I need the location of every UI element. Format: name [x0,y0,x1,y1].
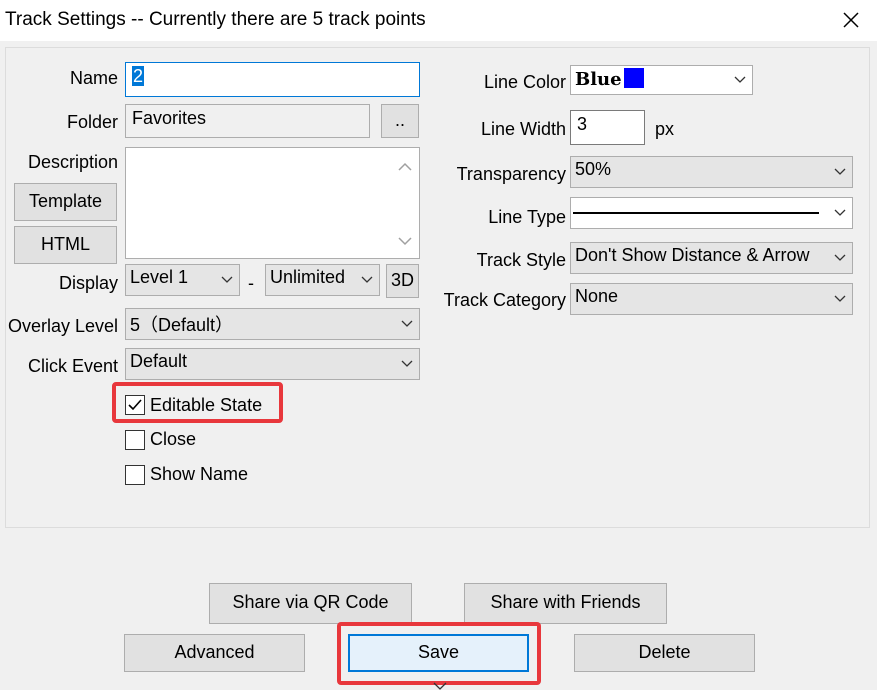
chevron-down-icon [401,360,413,367]
delete-button[interactable]: Delete [574,634,755,672]
folder-value: Favorites [132,108,207,128]
3d-button[interactable]: 3D [386,264,419,298]
description-textarea[interactable] [125,147,420,259]
track-category-select[interactable]: None [570,283,853,315]
window-title: Track Settings -- Currently there are 5 … [5,9,426,30]
editable-state-label: Editable State [150,395,263,415]
solid-line-icon [573,212,819,214]
title-bar: Track Settings -- Currently there are 5 … [0,0,877,41]
folder-browse-button[interactable]: .. [381,104,419,138]
overlay-level-label: Overlay Level [7,316,118,336]
chevron-down-icon [401,320,413,327]
check-icon [128,399,142,411]
track-category-label: Track Category [443,290,566,310]
line-color-label: Line Color [483,72,566,92]
display-to-select[interactable]: Unlimited [265,264,380,296]
line-color-value: Blue [575,69,622,90]
share-qr-button[interactable]: Share via QR Code [209,583,412,624]
line-width-label: Line Width [480,119,566,139]
track-style-value: Don't Show Distance & Arrow [575,245,810,265]
save-button[interactable]: Save [348,634,529,672]
chevron-down-icon [834,254,846,261]
description-scrollbar[interactable] [391,148,419,258]
line-width-value: 3 [577,114,588,134]
chevron-down-icon [221,276,233,283]
show-name-checkbox[interactable] [125,465,145,485]
display-separator: - [248,273,254,293]
cursor-caret-icon [433,682,447,690]
line-width-input[interactable]: 3 [570,110,645,145]
description-label: Description [27,152,118,172]
html-button[interactable]: HTML [14,226,117,264]
overlay-level-select[interactable]: 5（Default） [125,308,420,340]
line-width-unit: px [655,119,675,139]
track-style-select[interactable]: Don't Show Distance & Arrow [570,242,853,274]
display-to-value: Unlimited [270,267,346,287]
line-type-label: Line Type [488,207,566,227]
scroll-arrows-icon [398,162,412,246]
click-event-label: Click Event [27,356,118,376]
delete-label: Delete [638,642,691,662]
template-button-label: Template [28,191,103,211]
chevron-down-icon [834,209,846,216]
name-label: Name [69,68,118,88]
advanced-button[interactable]: Advanced [124,634,305,672]
chevron-down-icon [734,76,746,83]
save-label: Save [417,642,460,662]
name-value: 2 [132,66,145,86]
folder-field: Favorites [125,104,370,138]
template-button[interactable]: Template [14,183,117,221]
line-type-select[interactable] [570,197,853,229]
transparency-select[interactable]: 50% [570,156,853,188]
display-from-value: Level 1 [130,267,189,287]
share-qr-label: Share via QR Code [232,592,389,612]
click-event-value: Default [130,351,188,371]
line-color-swatch [623,68,644,88]
track-category-value: None [575,286,619,306]
chevron-down-icon [361,276,373,283]
editable-state-checkbox[interactable] [125,395,145,415]
advanced-label: Advanced [174,642,255,662]
show-name-label: Show Name [150,464,249,484]
transparency-label: Transparency [456,164,566,184]
folder-browse-label: .. [394,110,405,130]
line-color-select[interactable]: Blue [570,65,753,95]
name-input[interactable]: 2 [125,62,420,97]
display-from-select[interactable]: Level 1 [125,264,240,296]
track-style-label: Track Style [476,250,566,270]
overlay-level-value: 5（Default） [130,315,234,335]
display-label: Display [58,273,118,293]
chevron-down-icon [834,168,846,175]
close-icon[interactable] [836,6,866,34]
close-checkbox[interactable] [125,430,145,450]
html-button-label: HTML [41,234,90,254]
share-friends-button[interactable]: Share with Friends [464,583,667,624]
3d-button-label: 3D [390,270,414,290]
share-friends-label: Share with Friends [490,592,641,612]
close-label: Close [150,429,197,449]
folder-label: Folder [66,112,118,132]
transparency-value: 50% [575,159,612,179]
click-event-select[interactable]: Default [125,348,420,380]
chevron-down-icon [834,295,846,302]
